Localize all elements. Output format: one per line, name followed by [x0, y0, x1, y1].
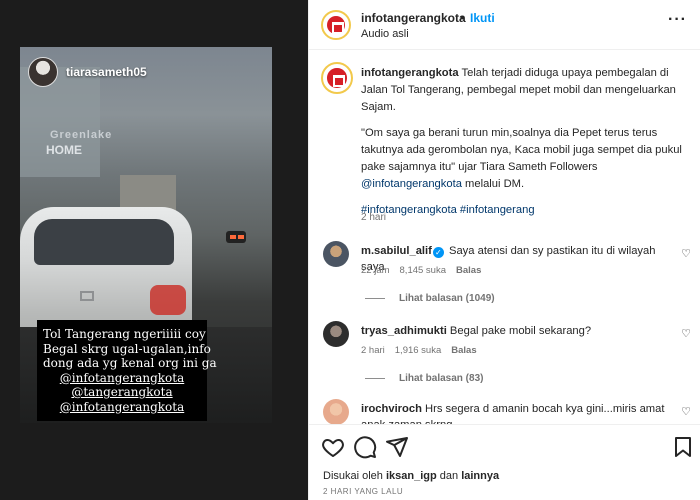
liked-by-user[interactable]: iksan_igp: [386, 470, 437, 482]
liked-by-mid: dan: [436, 470, 462, 482]
post-header: infotangerangkota • Ikuti Audio asli ···: [309, 0, 700, 50]
view-replies[interactable]: Lihat balasan (83): [365, 373, 483, 384]
story-caption-line: Begal skrg ugal-ugalan,info: [43, 341, 211, 356]
account-username[interactable]: infotangerangkota: [361, 11, 466, 25]
liked-by-prefix: Disukai oleh: [323, 470, 386, 482]
reply-button[interactable]: Balas: [451, 345, 476, 356]
caption-hashtags[interactable]: #infotangerangkota #infotangerang: [361, 202, 691, 219]
comment-time: 2 hari: [361, 345, 385, 356]
share-icon[interactable]: [385, 435, 409, 459]
verified-icon: ✓: [432, 247, 444, 258]
caption-time: 2 hari: [361, 212, 387, 223]
caption-mention[interactable]: @infotangerangkota: [361, 178, 462, 190]
comment-meta: 2 hari 1,916 suka Balas: [361, 345, 477, 356]
story-caption-line: Tol Tangerang ngeriiiii coy: [43, 327, 206, 341]
story-caption-box: Tol Tangerang ngeriiiii coy Begal skrg u…: [37, 320, 217, 421]
liked-by: Disukai oleh iksan_igp dan lainnya: [323, 470, 499, 482]
view-replies[interactable]: Lihat balasan (1049): [365, 293, 495, 304]
heart-icon[interactable]: ♡: [681, 327, 691, 340]
caption-username[interactable]: infotangerangkota: [361, 67, 459, 79]
story-user[interactable]: tiarasameth05: [28, 57, 147, 87]
heart-icon[interactable]: ♡: [681, 405, 691, 418]
separator-dot: •: [460, 11, 465, 25]
comment-time: 22 jam: [361, 265, 390, 276]
comment-text: Begal pake mobil sekarang?: [446, 325, 592, 337]
view-replies-label[interactable]: Lihat balasan (1049): [399, 293, 495, 304]
story-caption-line: dong ada yg kenal org ini ga: [43, 356, 217, 370]
comment-likes[interactable]: 8,145 suka: [400, 265, 446, 276]
heart-icon[interactable]: [321, 435, 345, 459]
comment-username[interactable]: m.sabilul_alif: [361, 245, 432, 257]
story-video[interactable]: Greenlake HOME tiarasameth05 Tol Tangera…: [20, 47, 272, 423]
bookmark-icon[interactable]: [671, 435, 695, 459]
story-avatar[interactable]: [28, 57, 58, 87]
view-replies-label[interactable]: Lihat balasan (83): [399, 373, 483, 384]
building-sign-home: HOME: [46, 143, 82, 157]
replies-line: [365, 378, 385, 379]
comment-username[interactable]: irochviroch: [361, 403, 422, 415]
comment-body: tryas_adhimukti Begal pake mobil sekaran…: [361, 323, 671, 339]
post-media[interactable]: Greenlake HOME tiarasameth05 Tol Tangera…: [0, 0, 308, 500]
replies-line: [365, 298, 385, 299]
story-mention[interactable]: @infotangerangkota: [43, 400, 201, 415]
caption-paragraph-2: "Om saya ga berani turun min,soalnya dia…: [361, 127, 682, 173]
comment-meta: 22 jam 8,145 suka Balas: [361, 265, 481, 276]
comment-avatar[interactable]: [323, 321, 349, 347]
audio-label[interactable]: Audio asli: [361, 28, 409, 40]
post-actions: Disukai oleh iksan_igp dan lainnya 2 HAR…: [309, 424, 700, 500]
account-avatar[interactable]: [321, 10, 351, 40]
post-panel: infotangerangkota • Ikuti Audio asli ···…: [308, 0, 700, 500]
comment-icon[interactable]: [353, 435, 377, 459]
more-icon[interactable]: ···: [668, 11, 687, 29]
story-mention[interactable]: @infotangerangkota: [43, 371, 201, 386]
comment-avatar[interactable]: [323, 399, 349, 424]
comment-username[interactable]: tryas_adhimukti: [361, 325, 447, 337]
car-tail-light: [150, 285, 186, 315]
caption-paragraph-2-end: melalui DM.: [461, 178, 525, 190]
tail-light: [230, 235, 236, 239]
car-logo: [80, 291, 94, 301]
post-caption: infotangerangkota Telah terjadi diduga u…: [361, 65, 691, 228]
story-username[interactable]: tiarasameth05: [66, 65, 147, 79]
story-mention[interactable]: @tangerangkota: [43, 385, 201, 400]
follow-button[interactable]: Ikuti: [470, 11, 495, 25]
liked-by-others[interactable]: lainnya: [461, 470, 499, 482]
reply-button[interactable]: Balas: [456, 265, 481, 276]
comment-body: irochviroch Hrs segera d amanin bocah ky…: [361, 401, 671, 424]
caption-avatar[interactable]: [321, 62, 353, 94]
comment-avatar[interactable]: [323, 241, 349, 267]
tail-light: [238, 235, 244, 239]
comment-likes[interactable]: 1,916 suka: [395, 345, 441, 356]
car-rear-window: [34, 219, 174, 265]
building-sign: Greenlake: [50, 129, 113, 141]
comments-scroll-area[interactable]: infotangerangkota Telah terjadi diduga u…: [309, 51, 700, 424]
posted-time: 2 HARI YANG LALU: [323, 487, 404, 496]
heart-icon[interactable]: ♡: [681, 247, 691, 260]
